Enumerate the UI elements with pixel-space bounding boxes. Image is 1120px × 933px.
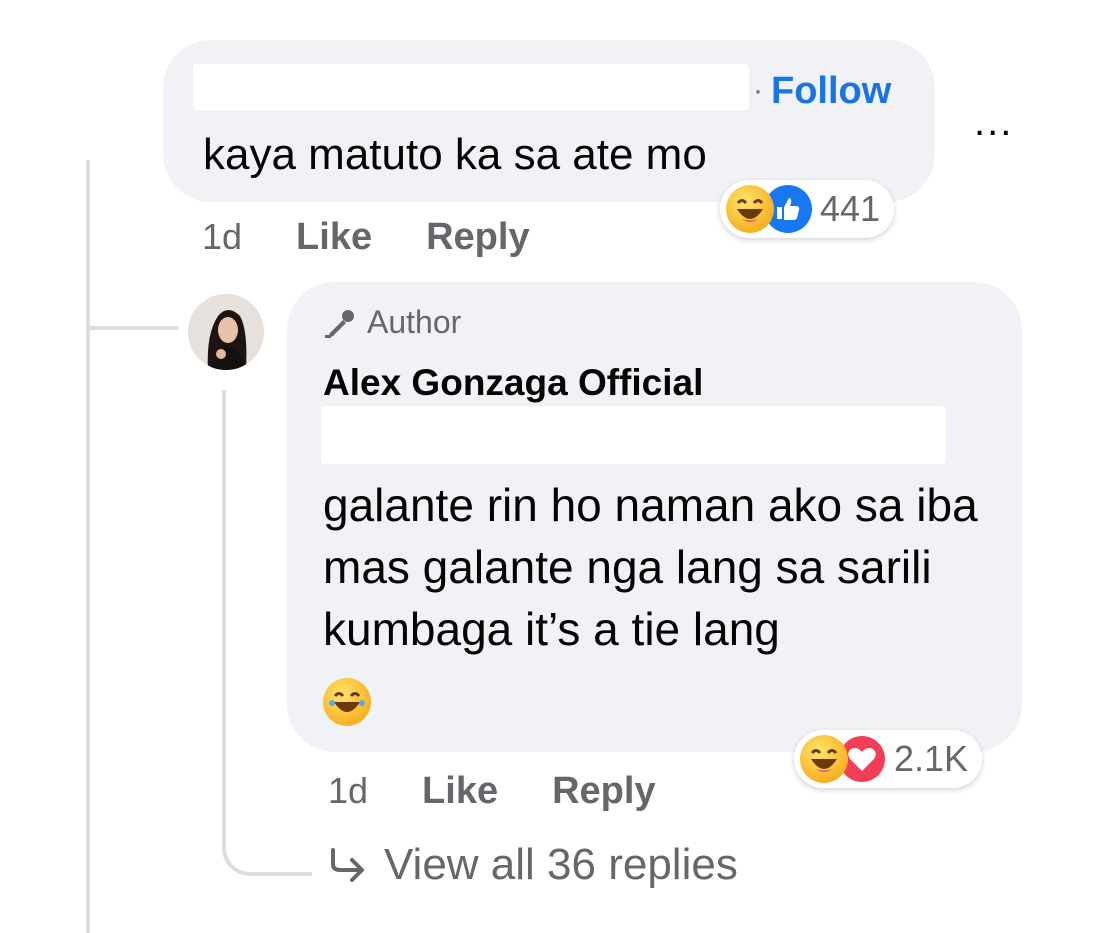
follow-button[interactable]: Follow bbox=[771, 70, 891, 113]
redacted-author-name bbox=[193, 64, 749, 110]
comment-text: kaya matuto ka sa ate mo bbox=[203, 130, 707, 179]
like-button[interactable]: Like bbox=[422, 770, 498, 813]
comment-timestamp[interactable]: 1d bbox=[202, 216, 242, 258]
reply-author-name[interactable]: Alex Gonzaga Official bbox=[323, 362, 703, 404]
microphone-icon bbox=[325, 309, 354, 338]
more-options-button[interactable]: ... bbox=[974, 100, 1013, 145]
reply-button[interactable]: Reply bbox=[426, 216, 529, 259]
view-all-replies-button[interactable]: View all 36 replies bbox=[328, 840, 738, 890]
reply-arrow-icon bbox=[331, 848, 364, 882]
thread-line-main bbox=[86, 160, 90, 933]
comment-actions: 1d Like Reply bbox=[202, 216, 530, 259]
haha-emoji-icon bbox=[726, 185, 774, 233]
reply-timestamp[interactable]: 1d bbox=[328, 770, 368, 812]
redacted-mention bbox=[321, 406, 946, 464]
thread-line-reply bbox=[222, 390, 226, 820]
thread-connector-view-replies bbox=[222, 820, 312, 876]
follow-separator: · bbox=[753, 74, 763, 107]
like-button[interactable]: Like bbox=[296, 216, 372, 259]
haha-emoji-icon bbox=[800, 735, 848, 783]
reply-text: galante rin ho naman ako sa iba mas gala… bbox=[323, 479, 978, 655]
reply-actions: 1d Like Reply bbox=[328, 770, 656, 813]
thread-connector-reply bbox=[86, 280, 178, 330]
comment-reactions[interactable]: 441 bbox=[720, 180, 895, 238]
laughing-tears-emoji-icon bbox=[323, 678, 371, 726]
reaction-count: 2.1K bbox=[894, 738, 969, 779]
reply-reactions[interactable]: 2.1K bbox=[794, 730, 983, 788]
reply-button[interactable]: Reply bbox=[552, 770, 655, 813]
reaction-count: 441 bbox=[820, 188, 881, 229]
view-all-replies-label: View all 36 replies bbox=[384, 840, 738, 889]
author-badge-label: Author bbox=[367, 304, 462, 340]
reply-bubble: Author Alex Gonzaga Official galante rin… bbox=[287, 282, 1022, 752]
comment-bubble: · Follow kaya matuto ka sa ate mo bbox=[163, 40, 935, 202]
avatar[interactable] bbox=[188, 294, 264, 370]
author-badge: Author bbox=[323, 304, 461, 341]
